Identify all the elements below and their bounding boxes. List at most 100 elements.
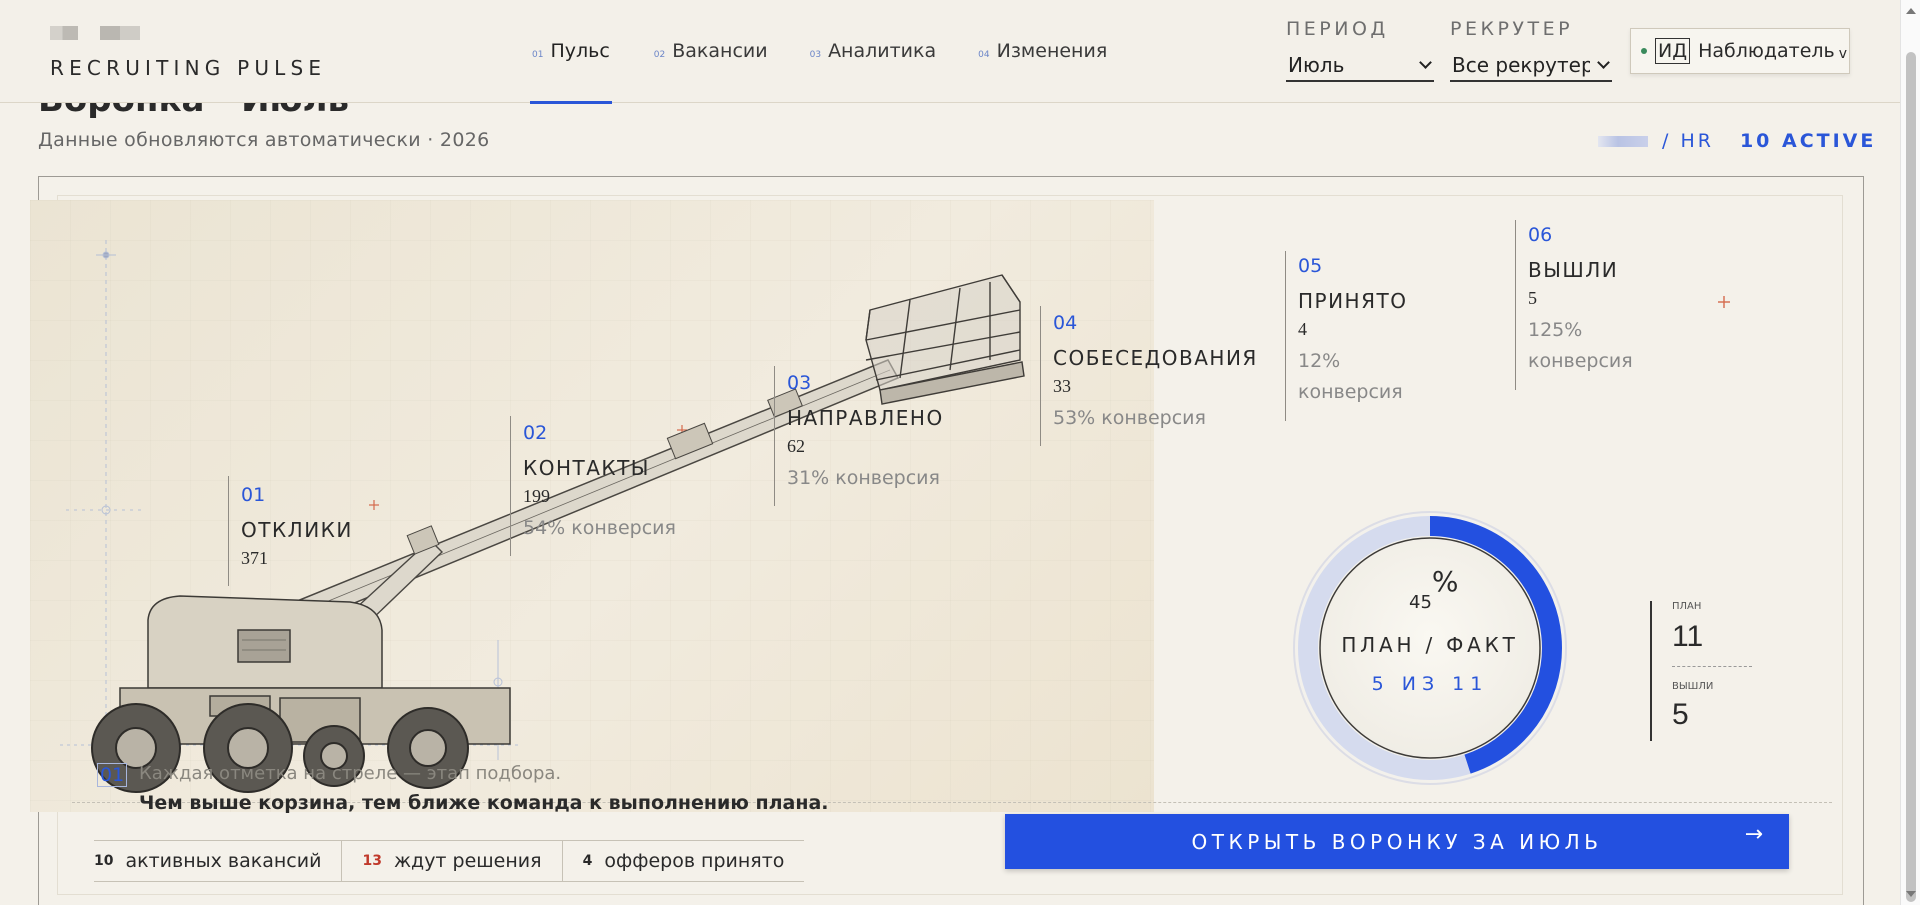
stage-count: 4 — [1298, 319, 1307, 339]
funnel-stage-responses[interactable]: 01 ОТКЛИКИ 371 — [228, 476, 353, 586]
logo-mark — [50, 26, 140, 40]
recruiter-filter: РЕКРУТЕР Все рекрутер — [1450, 18, 1612, 82]
caption-number: 01 — [97, 763, 128, 787]
arrow-right-icon: → — [1744, 822, 1763, 847]
stage-number: 06 — [1528, 224, 1553, 246]
tab-pulse[interactable]: 01 Пульс — [530, 0, 612, 104]
scroll-down-arrow-icon[interactable] — [1906, 891, 1916, 897]
stage-conversion-percent: 125% — [1528, 319, 1583, 341]
stat-pending-decisions[interactable]: 13 ждут решения — [341, 840, 561, 882]
tab-number: 03 — [809, 50, 822, 60]
stat-active-vacancies[interactable]: 10 активных вакансий — [94, 840, 341, 882]
plan-label: ПЛАН — [1672, 601, 1702, 612]
main-nav: 01 Пульс 02 Вакансии 03 Аналитика 04 Изм… — [530, 0, 1107, 104]
stage-count: 5 — [1528, 288, 1537, 308]
stage-conversion: 31% конверсия — [787, 467, 940, 489]
stage-divider — [228, 476, 229, 586]
tab-number: 02 — [653, 50, 666, 60]
active-count: 10 ACTIVE — [1739, 130, 1877, 152]
hr-tag: / HR 10 ACTIVE — [1598, 130, 1876, 152]
logo-mark-left — [50, 26, 78, 40]
stage-conversion: 54% конверсия — [523, 517, 676, 539]
stat-offers-accepted[interactable]: 4 офферов принято — [561, 840, 805, 882]
funnel-stage-hired[interactable]: 05 ПРИНЯТО 4 12% конверсия — [1285, 251, 1407, 421]
period-label: ПЕРИОД — [1286, 18, 1389, 40]
stage-conversion: 53% конверсия — [1053, 407, 1206, 429]
tab-analytics[interactable]: 03 Аналитика — [810, 0, 937, 103]
stage-divider — [1515, 220, 1516, 390]
chevron-down-icon — [1419, 56, 1432, 69]
caption-emphasis: Чем выше корзина, тем ближе команда к вы… — [139, 792, 829, 814]
stage-count: 371 — [241, 548, 268, 568]
tab-number: 04 — [978, 50, 990, 60]
hr-label: / HR — [1662, 130, 1714, 152]
recruiter-select[interactable]: Все рекрутер — [1450, 50, 1612, 82]
page-subtitle: Данные обновляются автоматически · 2026 — [38, 129, 490, 151]
user-role-button[interactable]: ИД Наблюдатель v — [1630, 28, 1850, 74]
app-logo-text: RECRUITING PULSE — [50, 56, 327, 80]
tab-label: Вакансии — [672, 40, 768, 62]
stage-name: ОТКЛИКИ — [241, 518, 353, 542]
tab-number: 01 — [532, 50, 544, 60]
stage-number: 03 — [787, 372, 812, 394]
stat-number: 10 — [94, 853, 114, 869]
chevron-down-icon: v — [1838, 46, 1848, 62]
tab-label: Аналитика — [828, 40, 937, 62]
stage-divider — [510, 416, 511, 556]
page-scrollbar[interactable] — [1900, 0, 1920, 905]
plan-summary: ПЛАН 11 ВЫШЛИ 5 — [1650, 601, 1754, 741]
funnel-stage-started[interactable]: 06 ВЫШЛИ 5 125% конверсия — [1515, 220, 1633, 390]
gauge-percent-sign: % — [1431, 565, 1459, 598]
period-select[interactable]: Июль — [1286, 50, 1434, 82]
stage-conversion-label: конверсия — [1298, 381, 1403, 403]
plan-value: 11 — [1672, 620, 1704, 653]
scroll-thumb[interactable] — [1906, 52, 1916, 902]
caption-note: Каждая отметка на стреле — этап подбора. — [139, 763, 562, 784]
plan-divider — [1672, 666, 1752, 667]
stage-number: 02 — [523, 422, 548, 444]
gauge-subtitle: 5 ИЗ 11 — [1371, 673, 1489, 695]
funnel-stage-referred[interactable]: 03 НАПРАВЛЕНО 62 31% конверсия — [774, 366, 944, 506]
recruiter-label: РЕКРУТЕР — [1450, 18, 1574, 40]
funnel-stage-interviews[interactable]: 04 СОБЕСЕДОВАНИЯ 33 53% конверсия — [1040, 306, 1258, 446]
stat-label: активных вакансий — [125, 850, 322, 872]
stage-divider — [774, 366, 775, 506]
red-plus-icon — [1718, 296, 1730, 308]
scroll-up-arrow-icon[interactable] — [1906, 8, 1916, 14]
stage-name: НАПРАВЛЕНО — [787, 406, 944, 430]
stage-count: 33 — [1053, 376, 1071, 396]
stage-conversion-percent: 12% — [1298, 350, 1341, 372]
stage-name: ПРИНЯТО — [1298, 289, 1408, 313]
gauge-title: ПЛАН / ФАКТ — [1341, 633, 1519, 657]
stats-strip: 10 активных вакансий 13 ждут решения 4 о… — [94, 840, 805, 882]
stat-label: офферов принято — [604, 850, 785, 872]
period-value: Июль — [1288, 53, 1345, 77]
stage-number: 04 — [1053, 312, 1078, 334]
stage-conversion-label: конверсия — [1528, 350, 1633, 372]
stage-count: 62 — [787, 436, 805, 456]
user-role-label: Наблюдатель — [1698, 40, 1835, 62]
recruiter-value: Все рекрутер — [1452, 53, 1590, 77]
funnel-stage-contacts[interactable]: 02 КОНТАКТЫ 199 54% конверсия — [510, 416, 676, 556]
started-label: ВЫШЛИ — [1672, 681, 1714, 692]
stat-number: 4 — [582, 853, 593, 869]
top-header: RECRUITING PULSE 01 Пульс 02 Вакансии 03… — [0, 0, 1900, 104]
stat-label: ждут решения — [393, 850, 542, 872]
stat-number: 13 — [362, 853, 382, 869]
hr-bar — [1598, 135, 1648, 147]
stage-name: КОНТАКТЫ — [523, 456, 650, 480]
tab-vacancies[interactable]: 02 Вакансии — [654, 0, 768, 103]
open-funnel-label: ОТКРЫТЬ ВОРОНКУ ЗА ИЮЛЬ — [1191, 829, 1603, 854]
tab-changes[interactable]: 04 Изменения — [978, 0, 1107, 103]
online-status-dot — [1641, 48, 1647, 54]
stage-number: 05 — [1298, 255, 1323, 277]
stage-name: ВЫШЛИ — [1528, 258, 1619, 282]
open-funnel-button[interactable]: ОТКРЫТЬ ВОРОНКУ ЗА ИЮЛЬ → — [1005, 814, 1789, 869]
logo-mark-right — [100, 26, 140, 40]
tab-label: Пульс — [550, 40, 610, 62]
tab-label: Изменения — [996, 40, 1108, 62]
started-value: 5 — [1672, 698, 1689, 731]
gauge-percent: 45% — [1409, 565, 1459, 613]
chevron-down-icon — [1597, 56, 1610, 69]
stage-number: 01 — [241, 484, 266, 506]
